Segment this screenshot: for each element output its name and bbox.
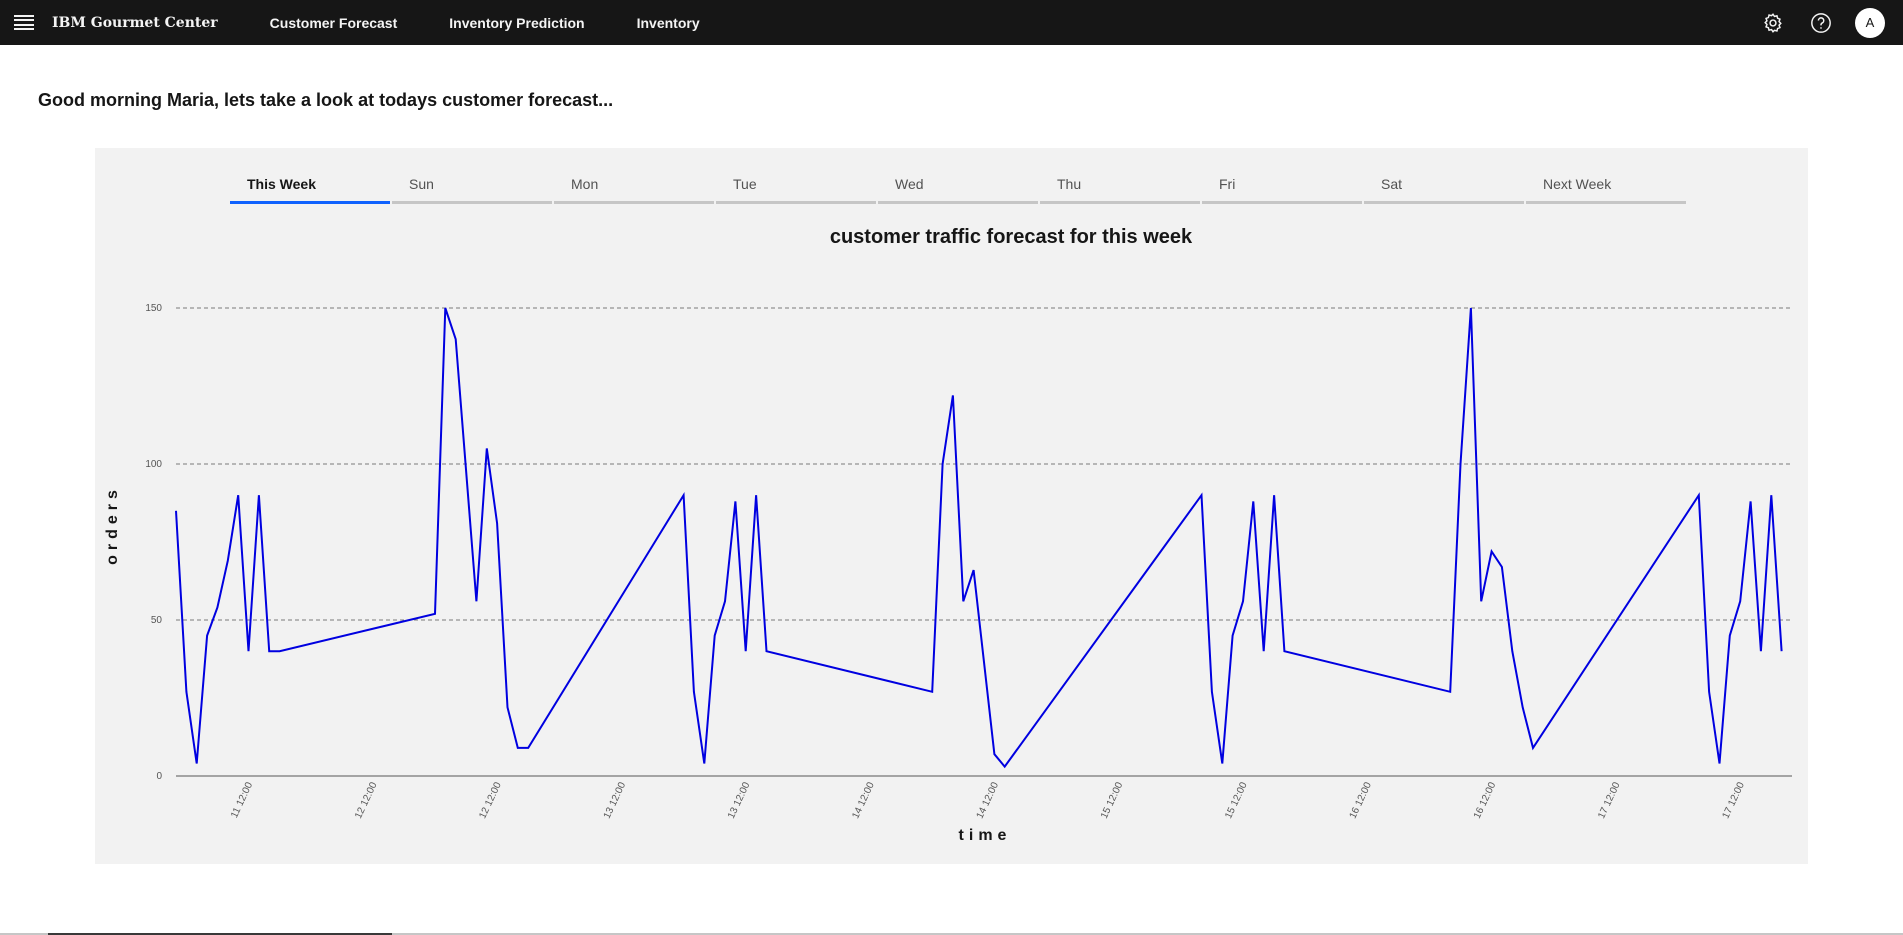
y-tick-labels: 0 50 100 150 [145,303,162,782]
header-actions: A [1759,0,1885,45]
y-tick-label: 50 [151,615,163,626]
grid-lines [176,307,1792,621]
top-navigation-bar: IBM Gourmet Center Customer Forecast Inv… [0,0,1903,45]
x-tick-label: 17 12:00 [1720,780,1747,820]
x-tick-label: 16 12:00 [1472,780,1499,820]
y-axis-label: orders [104,485,121,565]
x-tick-label: 16 12:00 [1348,780,1375,820]
x-axis-label: time [959,827,1012,844]
x-tick-label: 14 12:00 [975,780,1002,820]
x-tick-label: 13 12:00 [726,780,753,820]
x-tick-label: 17 12:00 [1596,780,1623,820]
app-brand[interactable]: IBM Gourmet Center [52,15,218,31]
greeting-message: Good morning Maria, lets take a look at … [38,90,614,110]
y-tick-label: 150 [145,303,162,314]
x-tick-label: 15 12:00 [1099,780,1126,820]
y-tick-label: 100 [145,459,162,470]
x-tick-label: 13 12:00 [602,780,629,820]
user-avatar[interactable]: A [1855,7,1885,38]
x-tick-label: 12 12:00 [477,780,504,820]
menu-icon[interactable] [14,14,34,31]
nav-inventory-prediction[interactable]: Inventory Prediction [449,15,584,31]
customer-traffic-chart: 0 50 100 150 11 12:00 12 12:00 12 12:00 13 12:… [104,226,1792,844]
nav-customer-forecast[interactable]: Customer Forecast [270,15,398,31]
x-tick-label: 11 12:00 [229,780,255,820]
series-line-orders [175,307,1783,769]
y-tick-label: 0 [156,771,162,782]
help-icon[interactable] [1807,9,1835,37]
x-tick-label: 14 12:00 [850,780,877,820]
x-tick-label: 12 12:00 [353,780,380,820]
x-tick-labels: 11 12:00 12 12:00 12 12:00 13 12:00 13 12:00… [229,780,1747,820]
forecast-panel: This Week Sun Mon Tue Wed Thu Fri Sat Next Week … [95,148,1808,864]
x-tick-label: 15 12:00 [1223,780,1250,820]
settings-icon[interactable] [1759,9,1787,37]
nav-inventory[interactable]: Inventory [637,15,700,31]
chart-title: customer traffic forecast for this week [830,226,1193,248]
